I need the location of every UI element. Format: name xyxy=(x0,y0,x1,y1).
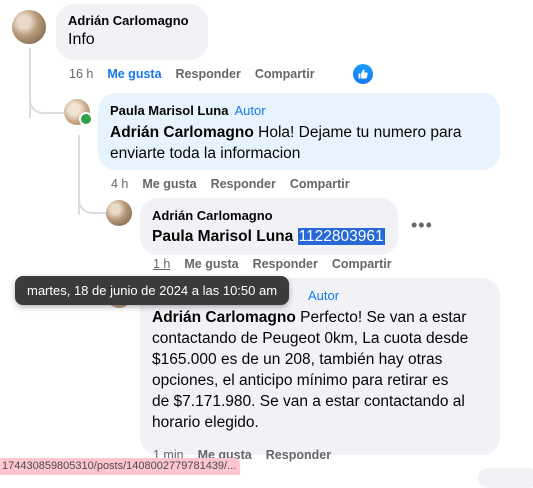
comment-text: Paula Marisol Luna 1122803961 xyxy=(152,226,386,247)
comment-timestamp[interactable]: 4 h xyxy=(111,177,128,191)
comment-actions: 4 h Me gusta Responder Compartir xyxy=(111,177,350,191)
comment-text: Adrián Carlomagno Hola! Dejame tu numero… xyxy=(110,122,488,164)
reply-button[interactable]: Responder xyxy=(176,67,241,81)
reply-button[interactable]: Responder xyxy=(253,257,318,271)
comment-timestamp[interactable]: 16 h xyxy=(69,67,93,81)
comment-text-part: Perfecto! Se van a estar xyxy=(295,309,467,326)
comment-text-part: enviarte toda la informacion xyxy=(110,145,301,162)
author-badge: Autor xyxy=(308,288,340,303)
comment-text-part: contactando de Peugeot 0km, La cuota des… xyxy=(152,330,469,347)
phone-number-selected[interactable]: 1122803961 xyxy=(297,228,385,245)
like-button[interactable]: Me gusta xyxy=(184,257,238,271)
avatar-adrian[interactable] xyxy=(12,10,46,44)
comment-author[interactable]: Adrián Carlomagno xyxy=(152,207,386,224)
share-button[interactable]: Compartir xyxy=(290,177,350,191)
comment-timestamp[interactable]: 1 h xyxy=(153,257,170,271)
comment-text-part: de $7.171.980. Se van a estar contactand… xyxy=(152,393,465,410)
comment-text: Adrián Carlomagno Perfecto! Se van a est… xyxy=(152,307,488,433)
comment-bubble-partial xyxy=(478,468,533,488)
comment-actions: 16 h Me gusta Responder Compartir xyxy=(69,67,315,81)
comment-author[interactable]: Adrián Carlomagno xyxy=(68,12,196,29)
like-button[interactable]: Me gusta xyxy=(142,177,196,191)
author-badge: Autor xyxy=(234,103,266,118)
avatar-adrian[interactable] xyxy=(106,200,132,226)
comment-actions: 1 h Me gusta Responder Compartir xyxy=(153,257,392,271)
share-button[interactable]: Compartir xyxy=(332,257,392,271)
avatar-paula[interactable] xyxy=(64,99,93,126)
mention-link[interactable]: Adrián Carlomagno xyxy=(110,124,254,141)
timestamp-tooltip: martes, 18 de junio de 2024 a las 10:50 … xyxy=(15,276,290,305)
comment-author[interactable]: Paula Marisol Luna xyxy=(110,103,228,118)
mention-link[interactable]: Adrián Carlomagno xyxy=(152,309,296,326)
comment-author-row: Paula Marisol Luna Autor xyxy=(110,102,488,119)
share-button[interactable]: Compartir xyxy=(255,67,315,81)
thread-connector-1 xyxy=(29,96,65,114)
comment-text-part: Hola! Dejame tu numero para xyxy=(253,124,462,141)
more-options-icon[interactable]: ••• xyxy=(411,215,433,236)
comment-bubble: Adrián Carlomagno Paula Marisol Luna 112… xyxy=(140,198,398,255)
comment-text-part: horario elegido. xyxy=(152,414,259,431)
comment-bubble: Adrián Carlomagno Info xyxy=(56,4,208,60)
like-button[interactable]: Me gusta xyxy=(107,67,161,81)
comment-text-part: opciones, el anticipo mínimo para retira… xyxy=(152,372,449,389)
link-status-bar: 174430859805310/posts/1408002779781439/.… xyxy=(0,458,241,475)
online-dot-icon xyxy=(79,112,93,126)
comment-bubble: Paula Marisol Luna Autor Adrián Carlomagn… xyxy=(98,93,500,170)
thread-connector-2 xyxy=(78,196,108,214)
thumbs-up-icon[interactable] xyxy=(353,64,373,84)
comment-text-part: $165.000 es de un 208, también hay otras xyxy=(152,351,443,368)
reply-button[interactable]: Responder xyxy=(266,448,331,462)
comment-text: Info xyxy=(68,31,95,48)
mention-link[interactable]: Paula Marisol Luna xyxy=(152,228,293,245)
reply-button[interactable]: Responder xyxy=(211,177,276,191)
